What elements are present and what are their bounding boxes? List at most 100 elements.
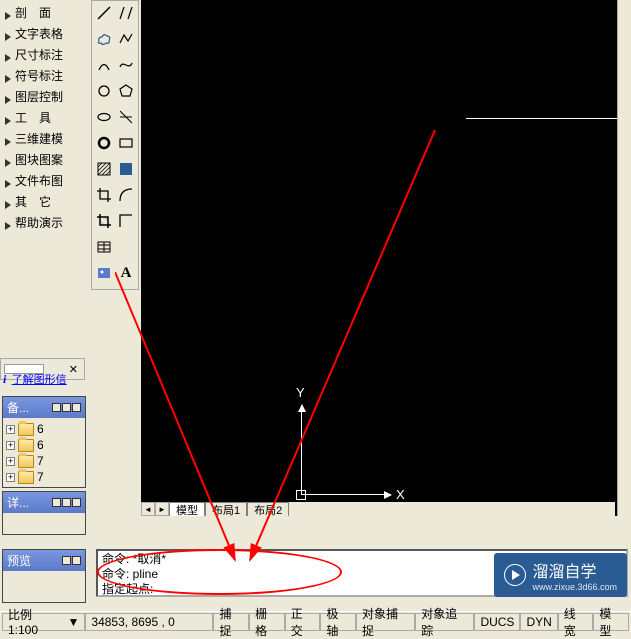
panel-ctrl-icon[interactable] [72,403,81,412]
tree-label: 其 它 [15,193,51,210]
brush-tool-icon[interactable] [115,236,137,258]
tree-label: 图层控制 [15,88,63,105]
polygon-tool-icon[interactable] [115,80,137,102]
scrollbar-horizontal[interactable]: ◄ ► 模型 布局1 布局2 [141,502,615,516]
scroll-left-icon[interactable]: ◄ [141,502,155,516]
tree-label: 文件布图 [15,172,63,189]
status-dyn[interactable]: DYN [520,613,557,631]
chevron-right-icon [4,135,12,143]
axis-label-y: Y [296,385,305,400]
tree-item[interactable]: 其 它 [0,191,86,212]
panel-ctrl-icon[interactable] [52,403,61,412]
folder-row[interactable]: +6 [6,421,82,437]
spline-tool-icon[interactable] [115,54,137,76]
info-link[interactable]: 了解图形信 [12,374,67,386]
arc-tool-icon[interactable] [93,54,115,76]
tree-item[interactable]: 图层控制 [0,86,86,107]
tab-layout1[interactable]: 布局1 [205,502,247,516]
chevron-right-icon [4,114,12,122]
panel-ctrl-icon[interactable] [72,556,81,565]
panel-detail: 详... [2,491,86,535]
tree-list: 剖 面 文字表格 尺寸标注 符号标注 图层控制 工 具 三维建模 图块图案 文件… [0,0,86,235]
plus-icon[interactable]: + [6,441,15,450]
panel-backup: 备... +6 +6 +7 +7 [2,396,86,488]
circle-tool-icon[interactable] [93,80,115,102]
tree-item[interactable]: 尺寸标注 [0,44,86,65]
scrollbar-vertical[interactable] [617,0,631,530]
tree-item[interactable]: 文件布图 [0,170,86,191]
tab-model[interactable]: 模型 [169,502,205,516]
panel-header[interactable]: 备... [3,397,85,418]
status-ortho[interactable]: 正交 [285,613,321,631]
table-tool-icon[interactable] [93,236,115,258]
folder-row[interactable]: +7 [6,453,82,469]
tree-label: 工 具 [15,109,51,126]
plus-icon[interactable]: + [6,457,15,466]
corner-tool-icon[interactable] [115,210,137,232]
tree-item[interactable]: 剖 面 [0,2,86,23]
tree-item[interactable]: 文字表格 [0,23,86,44]
chevron-right-icon [4,198,12,206]
ray-tool-icon[interactable] [115,106,137,128]
ellipse-tool-icon[interactable] [93,106,115,128]
status-grid[interactable]: 栅格 [249,613,285,631]
tree-item[interactable]: 帮助演示 [0,212,86,233]
ucs-origin [296,490,306,500]
hatch-tool-icon[interactable] [93,158,115,180]
chevron-right-icon [4,30,12,38]
info-icon: i [3,372,6,386]
tree-item[interactable]: 工 具 [0,107,86,128]
status-polar[interactable]: 极轴 [320,613,356,631]
panel-ctrl-icon[interactable] [72,498,81,507]
region-tool-icon[interactable] [93,210,115,232]
cloud-tool-icon[interactable] [93,28,115,50]
drawing-canvas[interactable]: Y X ◄ ► 模型 布局1 布局2 [141,0,631,530]
line-tool-icon[interactable] [93,2,115,24]
panel-ctrl-icon[interactable] [62,498,71,507]
status-snap[interactable]: 捕捉 [213,613,249,631]
tree-item[interactable]: 符号标注 [0,65,86,86]
plus-icon[interactable]: + [6,473,15,482]
gradient-tool-icon[interactable] [115,158,137,180]
curve-tool-icon[interactable] [115,184,137,206]
close-icon[interactable]: ✕ [66,363,81,376]
scroll-right-icon[interactable]: ► [155,502,169,516]
folder-row[interactable]: +6 [6,437,82,453]
folder-row[interactable]: +7 [6,469,82,485]
donut-tool-icon[interactable] [93,132,115,154]
panel-ctrl-icon[interactable] [52,498,61,507]
crop-tool-icon[interactable] [93,184,115,206]
tree-label: 符号标注 [15,67,63,84]
status-model[interactable]: 模型 [593,613,629,631]
panel-ctrl-icon[interactable] [62,403,71,412]
tab-layout2[interactable]: 布局2 [247,502,289,516]
tree-item[interactable]: 图块图案 [0,149,86,170]
tree-label: 图块图案 [15,151,63,168]
polyline-tool-icon[interactable] [115,28,137,50]
folder-label: 6 [37,438,44,452]
status-bar: 比例 1:100 ▼ 34853, 8695 , 0 捕捉 栅格 正交 极轴 对… [0,611,631,631]
chevron-right-icon [4,93,12,101]
panel-header[interactable]: 详... [3,492,85,513]
axis-label-x: X [396,487,405,502]
tree-label: 帮助演示 [15,214,63,231]
panel-ctrl-icon[interactable] [62,556,71,565]
mline-tool-icon[interactable] [115,2,137,24]
status-scale[interactable]: 比例 1:100 ▼ [2,613,85,631]
folder-label: 7 [37,470,44,484]
status-osnap[interactable]: 对象捕捉 [356,613,415,631]
panel-header[interactable]: 预览 [3,550,85,571]
tree-label: 剖 面 [15,4,51,21]
text-tool-icon[interactable]: A [115,262,137,284]
status-lweight[interactable]: 线宽 [558,613,594,631]
folder-icon [18,471,34,484]
chevron-right-icon [4,177,12,185]
image-tool-icon[interactable] [93,262,115,284]
status-otrack[interactable]: 对象追踪 [415,613,474,631]
watermark: 溜溜自学 www.zixue.3d66.com [494,553,627,597]
tree-item[interactable]: 三维建模 [0,128,86,149]
info-row: i 了解图形信 [3,371,67,387]
plus-icon[interactable]: + [6,425,15,434]
rect-tool-icon[interactable] [115,132,137,154]
status-ducs[interactable]: DUCS [474,613,520,631]
